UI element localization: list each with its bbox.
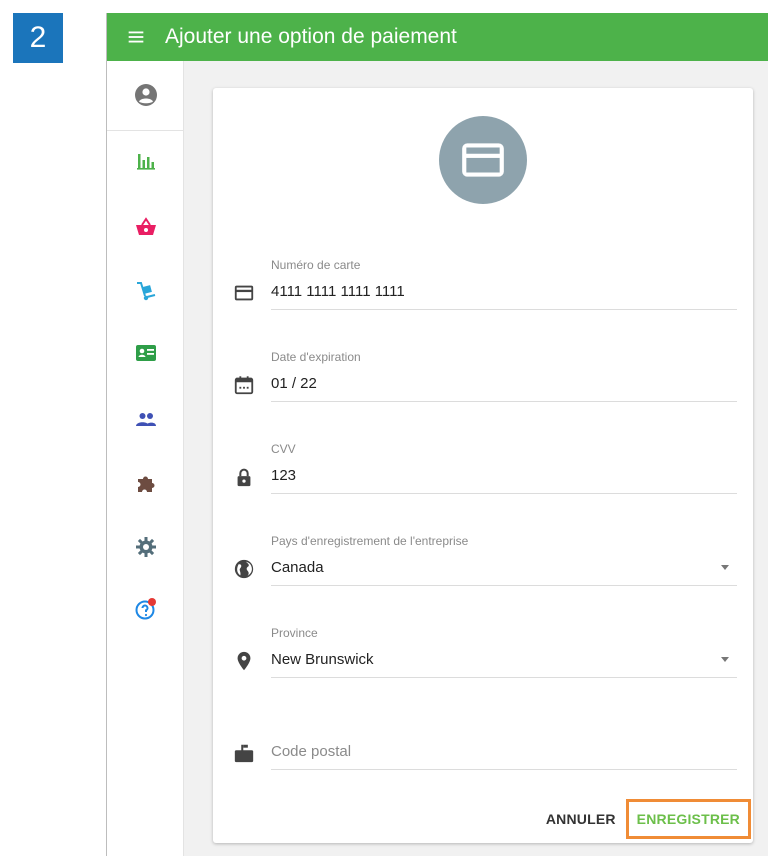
payment-form-card: Numéro de carte Date d'expiration CVV — [213, 88, 753, 843]
province-field: Province New Brunswick — [229, 626, 737, 686]
cvv-field: CVV — [229, 442, 737, 502]
postal-code-underline — [271, 769, 737, 770]
credit-card-icon — [231, 280, 257, 306]
cvv-underline — [271, 493, 737, 494]
cvv-input[interactable] — [271, 467, 691, 484]
card-number-underline — [271, 309, 737, 310]
puzzle-icon[interactable] — [107, 463, 184, 503]
map-pin-icon — [231, 648, 257, 674]
form-actions: ANNULER ENREGISTRER — [544, 797, 751, 841]
card-number-input[interactable] — [271, 283, 691, 300]
country-label: Pays d'enregistrement de l'entreprise — [271, 534, 469, 548]
sidebar-divider — [107, 130, 184, 131]
country-dropdown-arrow-icon[interactable] — [721, 565, 729, 570]
credit-card-avatar-icon — [439, 116, 527, 204]
hand-truck-icon[interactable] — [107, 271, 184, 311]
top-app-bar: Ajouter une option de paiement — [107, 13, 768, 61]
cvv-label: CVV — [271, 442, 296, 456]
card-number-label: Numéro de carte — [271, 258, 361, 272]
postal-code-field — [229, 718, 737, 778]
postal-code-input[interactable] — [271, 743, 691, 760]
province-dropdown-arrow-icon[interactable] — [721, 657, 729, 662]
cancel-button[interactable]: ANNULER — [544, 803, 618, 835]
step-number-badge: 2 — [13, 13, 63, 63]
people-icon[interactable] — [107, 399, 184, 439]
mailbox-icon — [231, 740, 257, 766]
hamburger-menu-icon[interactable] — [107, 13, 165, 61]
gear-icon[interactable] — [107, 527, 184, 567]
province-label: Province — [271, 626, 318, 640]
basket-icon[interactable] — [107, 207, 184, 247]
lock-icon — [231, 464, 257, 490]
expiration-input[interactable] — [271, 375, 691, 392]
card-number-field: Numéro de carte — [229, 258, 737, 318]
expiration-field: Date d'expiration — [229, 350, 737, 410]
account-circle-icon[interactable] — [107, 75, 184, 115]
contact-card-icon[interactable] — [107, 333, 184, 373]
country-select[interactable]: Canada — [271, 559, 691, 576]
country-field: Pays d'enregistrement de l'entreprise Ca… — [229, 534, 737, 594]
country-underline — [271, 585, 737, 586]
help-icon[interactable] — [107, 589, 184, 629]
province-underline — [271, 677, 737, 678]
globe-icon — [231, 556, 257, 582]
calendar-icon — [231, 372, 257, 398]
save-button[interactable]: ENREGISTRER — [625, 799, 751, 839]
page-title: Ajouter une option de paiement — [165, 25, 457, 48]
expiration-label: Date d'expiration — [271, 350, 361, 364]
province-select[interactable]: New Brunswick — [271, 651, 691, 668]
expiration-underline — [271, 401, 737, 402]
app-window: Ajouter une option de paiement Numéro de… — [106, 13, 768, 856]
sidebar-nav — [107, 61, 184, 856]
bar-chart-icon[interactable] — [107, 141, 184, 181]
